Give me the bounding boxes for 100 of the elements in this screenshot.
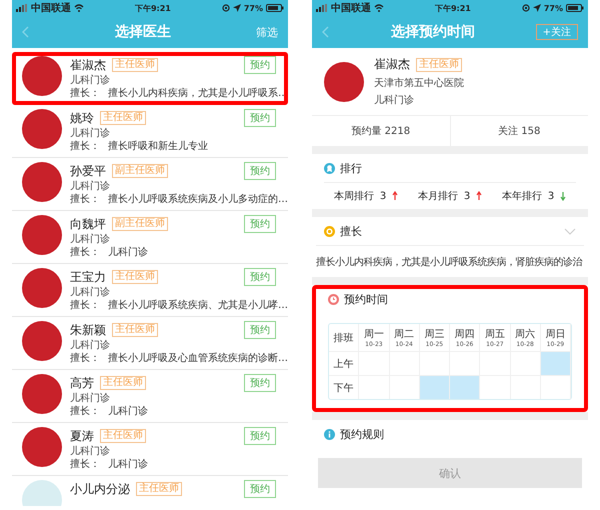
doctor-list-item[interactable]: 孙爱平 副主任医师 预约 儿科门诊 擅长： 擅长小儿呼吸系统疾病及小儿多动症的… xyxy=(12,158,288,211)
filter-button[interactable]: 筛选 xyxy=(256,24,278,40)
clock-time: 下午9:21 xyxy=(134,2,171,14)
clock-icon xyxy=(328,294,339,304)
weekday-label: 周四 xyxy=(454,328,475,341)
department-text: 儿科门诊 xyxy=(70,75,111,87)
doctor-name: 夏涛 xyxy=(70,428,94,444)
avatar-photo-placeholder xyxy=(22,56,62,96)
time-slot[interactable] xyxy=(540,375,571,399)
specialty-text: 儿科门诊 xyxy=(108,247,148,259)
doctor-title-tag: 副主任医师 xyxy=(112,217,168,231)
section-title: 预约时间 xyxy=(344,292,388,306)
book-button[interactable]: 预约 xyxy=(244,56,276,74)
avatar-photo-placeholder xyxy=(22,215,62,255)
doctor-list-item[interactable]: 高芳 主任医师 预约 儿科门诊 擅长： 儿科门诊 xyxy=(12,370,288,423)
book-button[interactable]: 预约 xyxy=(244,162,276,180)
time-slot[interactable] xyxy=(480,351,510,375)
avatar-photo-placeholder xyxy=(22,162,62,202)
doctor-title-tag: 主任医师 xyxy=(112,270,158,284)
book-button[interactable]: 预约 xyxy=(244,109,276,127)
doctor-title-tag: 主任医师 xyxy=(136,482,182,496)
avatar-photo-placeholder xyxy=(22,374,62,414)
doctor-list-item[interactable]: 夏涛 主任医师 预约 儿科门诊 擅长： 儿科门诊 xyxy=(12,423,288,476)
doctor-title-tag: 主任医师 xyxy=(112,58,158,72)
doctor-list-item[interactable]: 向魏坪 副主任医师 预约 儿科门诊 擅长： 儿科门诊 xyxy=(12,211,288,264)
signal-icon xyxy=(16,4,28,12)
screen-title: 选择预约时间 xyxy=(390,23,475,41)
doctor-name: 朱新颖 xyxy=(70,322,106,338)
specialty-label: 擅长： xyxy=(70,353,100,365)
specialty-label: 擅长： xyxy=(70,247,100,259)
section-title: 擅长 xyxy=(340,224,362,238)
section-title: 排行 xyxy=(340,160,362,176)
doctor-name: 崔淑杰 xyxy=(374,56,410,73)
department-text: 儿科门诊 xyxy=(70,128,111,140)
location-arrow-icon xyxy=(232,4,241,12)
doctor-list-item[interactable]: 小儿内分泌 主任医师 预约 xyxy=(12,476,288,506)
battery-icon xyxy=(266,4,284,12)
doctor-name: 向魏坪 xyxy=(70,216,106,232)
time-slot[interactable] xyxy=(480,375,510,399)
department-text: 儿科门诊 xyxy=(374,94,415,107)
weekday-label: 周三 xyxy=(424,328,444,341)
doctor-name: 崔淑杰 xyxy=(70,58,106,72)
avatar-photo-placeholder xyxy=(324,62,364,102)
back-icon[interactable] xyxy=(322,26,330,38)
specialty-text: 儿科门诊 xyxy=(108,406,148,418)
doctor-title-tag: 副主任医师 xyxy=(112,164,168,178)
back-icon[interactable] xyxy=(22,26,30,38)
avatar-photo-placeholder xyxy=(22,109,62,149)
doctor-title-tag: 主任医师 xyxy=(100,429,146,443)
table-header: 排班 xyxy=(334,332,354,344)
clock-time: 下午9:21 xyxy=(434,2,471,14)
avatar-photo-placeholder xyxy=(22,321,62,361)
time-slot[interactable] xyxy=(450,375,480,399)
specialty-label: 擅长： xyxy=(70,459,100,471)
weekday-label: 周一 xyxy=(364,328,384,341)
time-slot[interactable] xyxy=(420,375,450,399)
specialty-text: 擅长呼吸和新生儿专业 xyxy=(108,141,208,153)
book-button[interactable]: 预约 xyxy=(244,374,276,392)
book-button[interactable]: 预约 xyxy=(244,321,276,339)
book-button[interactable]: 预约 xyxy=(244,427,276,445)
follow-button[interactable]: +关注 xyxy=(536,24,578,40)
ribbon-icon xyxy=(324,162,335,174)
doctor-list-item[interactable]: 朱新颖 主任医师 预约 儿科门诊 擅长： 擅长小儿呼吸及心血管系统疾病的诊断… xyxy=(12,317,288,370)
specialty-label: 擅长： xyxy=(70,300,100,312)
signal-icon xyxy=(316,4,328,12)
department-text: 儿科门诊 xyxy=(70,340,111,352)
weekday-label: 周二 xyxy=(394,328,414,341)
avatar-photo-placeholder xyxy=(22,427,62,467)
time-slot[interactable] xyxy=(540,351,571,375)
weekday-label: 周日 xyxy=(545,328,566,341)
period-label: 下午 xyxy=(334,382,354,394)
doctor-name: 小儿内分泌 xyxy=(70,482,130,496)
battery-icon xyxy=(566,4,584,12)
time-slot[interactable] xyxy=(510,375,541,399)
specialty-label: 擅长： xyxy=(70,88,100,100)
specialty-text: 擅长小儿呼吸系统疾病及小儿多动症的… xyxy=(108,194,288,206)
chevron-down-icon[interactable] xyxy=(564,228,576,234)
period-label: 上午 xyxy=(334,358,354,370)
department-text: 儿科门诊 xyxy=(70,234,111,246)
doctor-name: 高芳 xyxy=(70,376,94,390)
rank-value: 3 xyxy=(464,190,470,202)
doctor-list-item[interactable]: 王宝力 主任医师 预约 儿科门诊 擅长： 擅长小儿呼吸系统疾病、尤其是小儿哮… xyxy=(12,264,288,317)
book-button[interactable]: 预约 xyxy=(244,268,276,286)
doctor-list-item[interactable]: 姚玲 主任医师 预约 儿科门诊 擅长： 擅长呼吸和新生儿专业 xyxy=(12,105,288,158)
doctor-title-tag: 主任医师 xyxy=(100,376,146,390)
screen-title: 选择医生 xyxy=(115,23,171,41)
carrier-name: 中国联通 xyxy=(31,2,71,15)
doctor-title-tag: 主任医师 xyxy=(100,111,146,125)
time-slot[interactable] xyxy=(390,351,420,375)
lock-rotation-icon xyxy=(222,4,230,12)
wifi-icon xyxy=(74,4,84,12)
book-button[interactable]: 预约 xyxy=(244,480,276,498)
specialty-text: 儿科门诊 xyxy=(108,459,148,471)
lock-rotation-icon xyxy=(522,4,530,12)
rank-value: 3 xyxy=(380,190,386,202)
book-button[interactable]: 预约 xyxy=(244,215,276,233)
time-slot[interactable] xyxy=(359,375,390,399)
battery-percent: 77% xyxy=(544,4,563,12)
rank-value: 3 xyxy=(548,190,554,202)
weekday-label: 周六 xyxy=(515,328,536,341)
